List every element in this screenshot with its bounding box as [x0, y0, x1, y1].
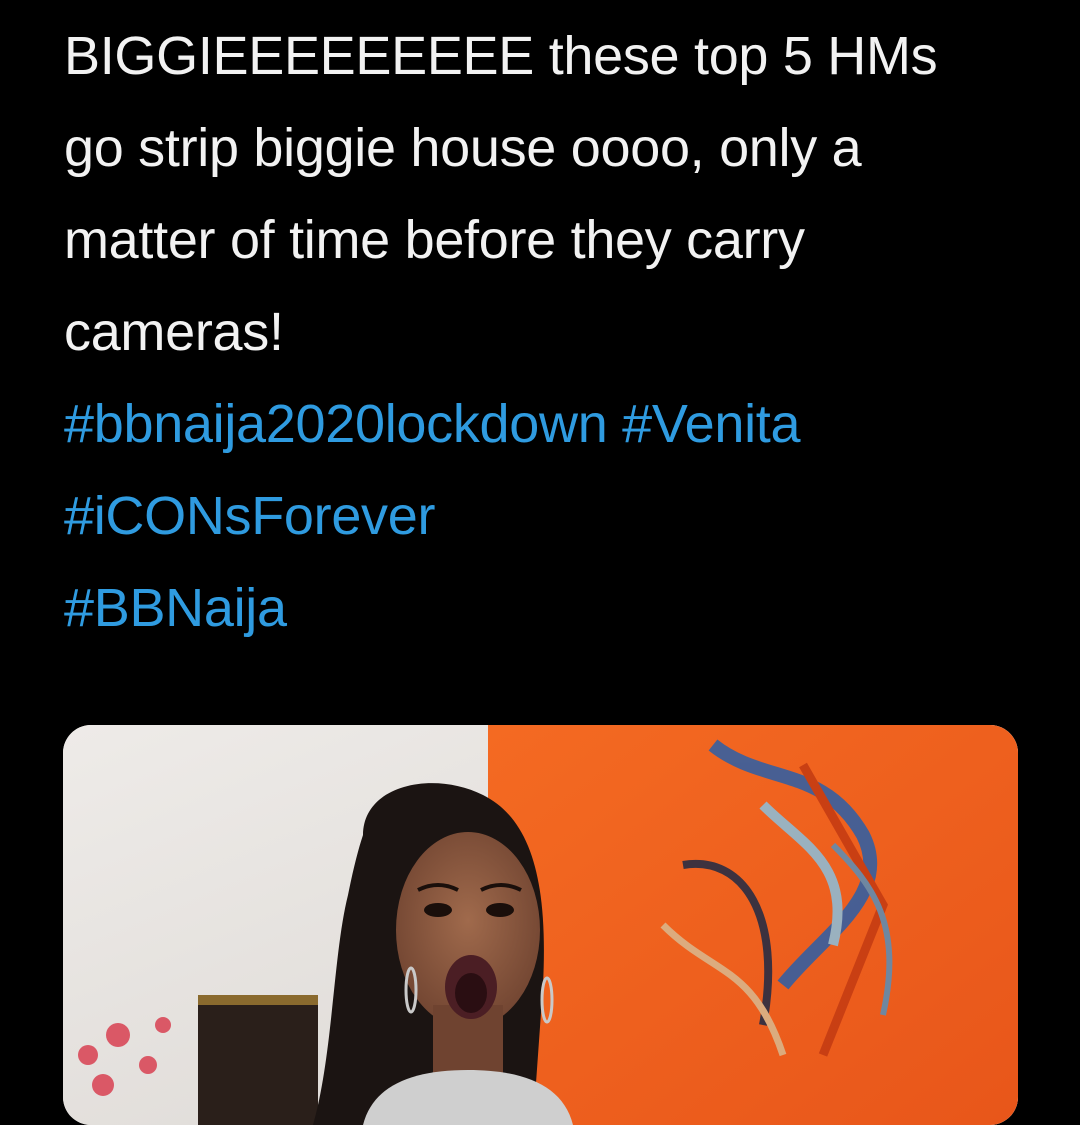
hashtag-iconsforever[interactable]: #iCONsForever [64, 486, 435, 546]
media-photo-illustration [63, 725, 1018, 1125]
tweet-text-line-4: cameras! [64, 302, 284, 362]
tweet-text: BIGGIEEEEEEEEE these top 5 HMs go strip … [64, 10, 1024, 654]
hashtag-row-2: #iCONsForever [64, 470, 1024, 562]
tweet-media-image[interactable] [63, 725, 1018, 1125]
hashtag-bbnaija[interactable]: #BBNaija [64, 578, 287, 638]
hashtag-row-3: #BBNaija [64, 562, 1024, 654]
hashtag-bbnaija2020lockdown[interactable]: #bbnaija2020lockdown [64, 394, 608, 454]
tweet-text-line-1: BIGGIEEEEEEEEE these top 5 HMs [64, 26, 938, 86]
hashtag-row-1: #bbnaija2020lockdown #Venita [64, 378, 1024, 470]
cabinet [198, 995, 318, 1125]
orange-painting [488, 725, 1018, 1125]
tweet-text-line-2: go strip biggie house oooo, only a [64, 118, 862, 178]
tweet-text-line-3: matter of time before they carry [64, 210, 805, 270]
hashtag-venita[interactable]: #Venita [622, 394, 800, 454]
